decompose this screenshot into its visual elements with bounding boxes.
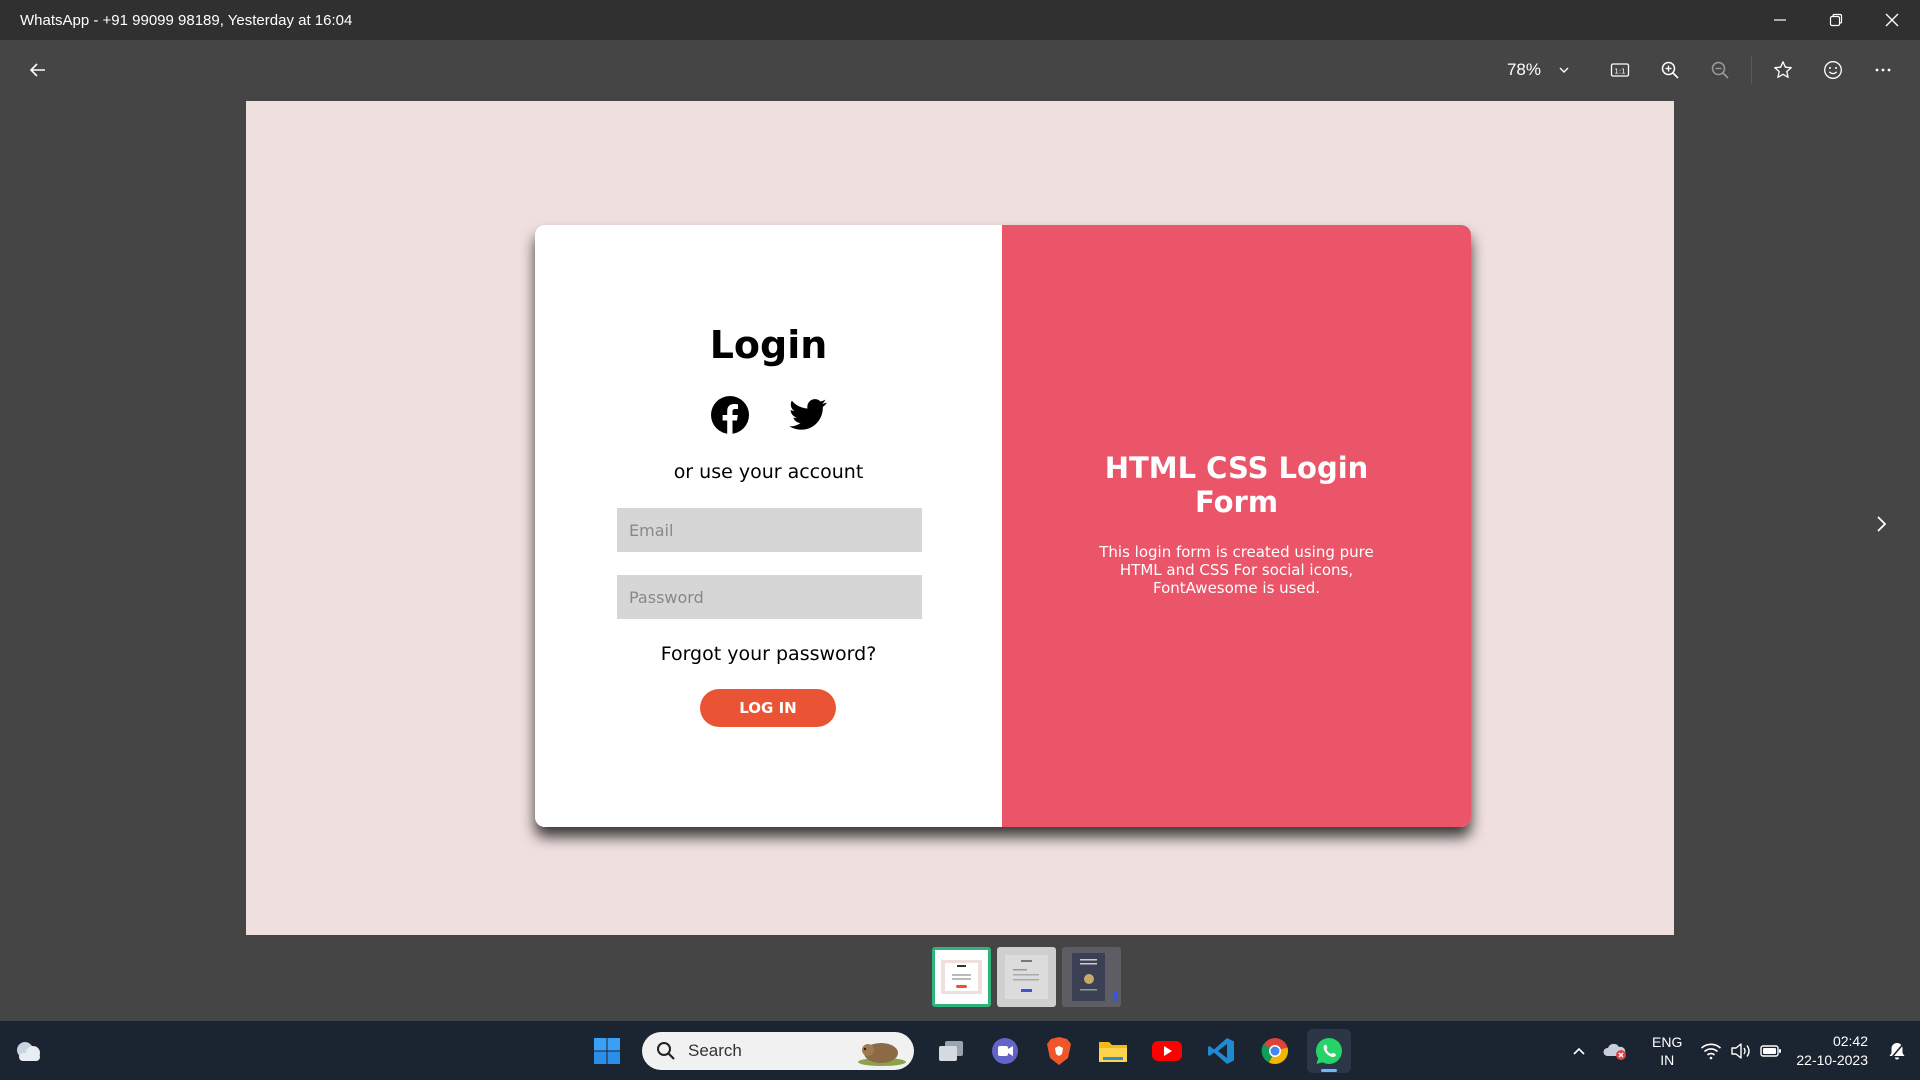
search-label: Search [688, 1041, 742, 1060]
volume-button[interactable] [1726, 1036, 1756, 1066]
whatsapp-button[interactable] [1307, 1029, 1351, 1073]
clock-date: 22-10-2023 [1796, 1051, 1868, 1068]
actual-size-icon: 1:1 [1610, 63, 1630, 77]
restore-button[interactable] [1808, 0, 1864, 40]
chevron-up-icon [1573, 1047, 1585, 1055]
brave-browser-button[interactable] [1037, 1029, 1081, 1073]
clock-time: 02:42 [1832, 1032, 1868, 1049]
or-use-account-text: or use your account [673, 461, 864, 483]
password-field[interactable] [617, 575, 922, 619]
next-image-button[interactable] [1865, 508, 1897, 540]
twitter-icon [788, 395, 828, 435]
minimize-button[interactable] [1752, 0, 1808, 40]
input-language[interactable]: ENG IN [1652, 1033, 1682, 1069]
login-card: Login or use your account Forgot your pa… [535, 225, 1471, 827]
teams-chat-button[interactable] [983, 1029, 1027, 1073]
window-title: WhatsApp - +91 99099 98189, Yesterday at… [20, 11, 353, 29]
restore-icon [1829, 13, 1843, 27]
zoom-out-icon [1711, 61, 1729, 79]
file-explorer-icon [1099, 1042, 1127, 1062]
brave-browser-icon [1047, 1037, 1071, 1065]
login-button[interactable]: LOG IN [700, 689, 836, 727]
vscode-icon [1208, 1038, 1234, 1064]
start-button[interactable] [585, 1029, 629, 1073]
chevron-right-icon [1877, 516, 1887, 532]
vscode-button[interactable] [1199, 1029, 1243, 1073]
title-bar: WhatsApp - +91 99099 98189, Yesterday at… [0, 0, 1920, 40]
close-button[interactable] [1864, 0, 1920, 40]
file-explorer-button[interactable] [1091, 1029, 1135, 1073]
favorite-button[interactable] [1758, 50, 1808, 90]
social-icons [535, 395, 1002, 435]
info-panel-description: This login form is created using pure HT… [1099, 543, 1374, 597]
onedrive-error-icon [1603, 1043, 1627, 1060]
windows-start-icon [594, 1038, 620, 1064]
task-view-button[interactable] [929, 1029, 973, 1073]
zoom-in-icon [1661, 61, 1679, 79]
thumbnail-3[interactable] [1062, 947, 1121, 1007]
viewer-toolbar: 78% 1:1 [0, 40, 1920, 100]
thumbnail-strip [932, 947, 1121, 1007]
smiley-icon [1824, 61, 1842, 79]
info-panel: HTML CSS Login Form This login form is c… [1002, 225, 1471, 827]
youtube-button[interactable] [1145, 1029, 1189, 1073]
notification-bell-icon [1889, 1041, 1905, 1060]
taskbar: Search ENG IN 02:42 22-10-2023 [0, 1021, 1920, 1080]
search-highlight-image [858, 1043, 906, 1066]
region-code: IN [1660, 1051, 1675, 1068]
battery-button[interactable] [1756, 1036, 1786, 1066]
facebook-icon [710, 395, 750, 435]
close-icon [1885, 13, 1899, 27]
notifications-button[interactable] [1882, 1036, 1912, 1066]
actual-size-button[interactable]: 1:1 [1595, 50, 1645, 90]
network-button[interactable] [1696, 1036, 1726, 1066]
onedrive-status-button[interactable] [1600, 1036, 1630, 1066]
search-icon [657, 1042, 675, 1060]
show-hidden-icons-button[interactable] [1564, 1036, 1594, 1066]
battery-icon [1760, 1044, 1782, 1057]
email-field[interactable] [617, 508, 922, 552]
weather-widget[interactable] [14, 1037, 44, 1065]
clock[interactable]: 02:42 22-10-2023 [1796, 1032, 1868, 1070]
zoom-level: 78% [1506, 60, 1541, 79]
chevron-down-icon [1559, 67, 1569, 73]
system-tray: ENG IN 02:42 22-10-2023 [1564, 1021, 1920, 1080]
login-panel: Login or use your account Forgot your pa… [535, 225, 1002, 827]
language-code: ENG [1652, 1033, 1683, 1050]
back-arrow-icon [29, 63, 45, 77]
more-button[interactable] [1858, 50, 1908, 90]
star-icon [1774, 61, 1792, 78]
forgot-password-link[interactable]: Forgot your password? [535, 643, 1002, 665]
taskbar-search[interactable]: Search [642, 1032, 914, 1070]
volume-icon [1731, 1042, 1751, 1059]
whatsapp-icon [1315, 1037, 1342, 1065]
chrome-icon [1261, 1038, 1288, 1064]
minimize-icon [1774, 19, 1786, 21]
chrome-button[interactable] [1253, 1029, 1297, 1073]
zoom-selector[interactable]: 78% [1507, 60, 1571, 80]
zoom-in-button[interactable] [1645, 50, 1695, 90]
thumbnail-2[interactable] [997, 947, 1056, 1007]
thumbnail-1[interactable] [932, 947, 991, 1007]
zoom-out-button[interactable] [1695, 50, 1745, 90]
weather-cloud-icon [17, 1042, 40, 1061]
wifi-icon [1701, 1043, 1722, 1059]
back-button[interactable] [22, 54, 54, 86]
more-icon [1875, 68, 1891, 72]
login-title: Login [709, 323, 828, 367]
svg-text:1:1: 1:1 [1614, 67, 1625, 75]
teams-chat-icon [992, 1038, 1018, 1064]
youtube-icon [1152, 1041, 1182, 1061]
task-view-icon [939, 1041, 963, 1061]
info-panel-title: HTML CSS Login Form [1104, 451, 1369, 519]
react-button[interactable] [1808, 50, 1858, 90]
toolbar-divider [1751, 56, 1752, 84]
displayed-image: Login or use your account Forgot your pa… [246, 101, 1674, 935]
